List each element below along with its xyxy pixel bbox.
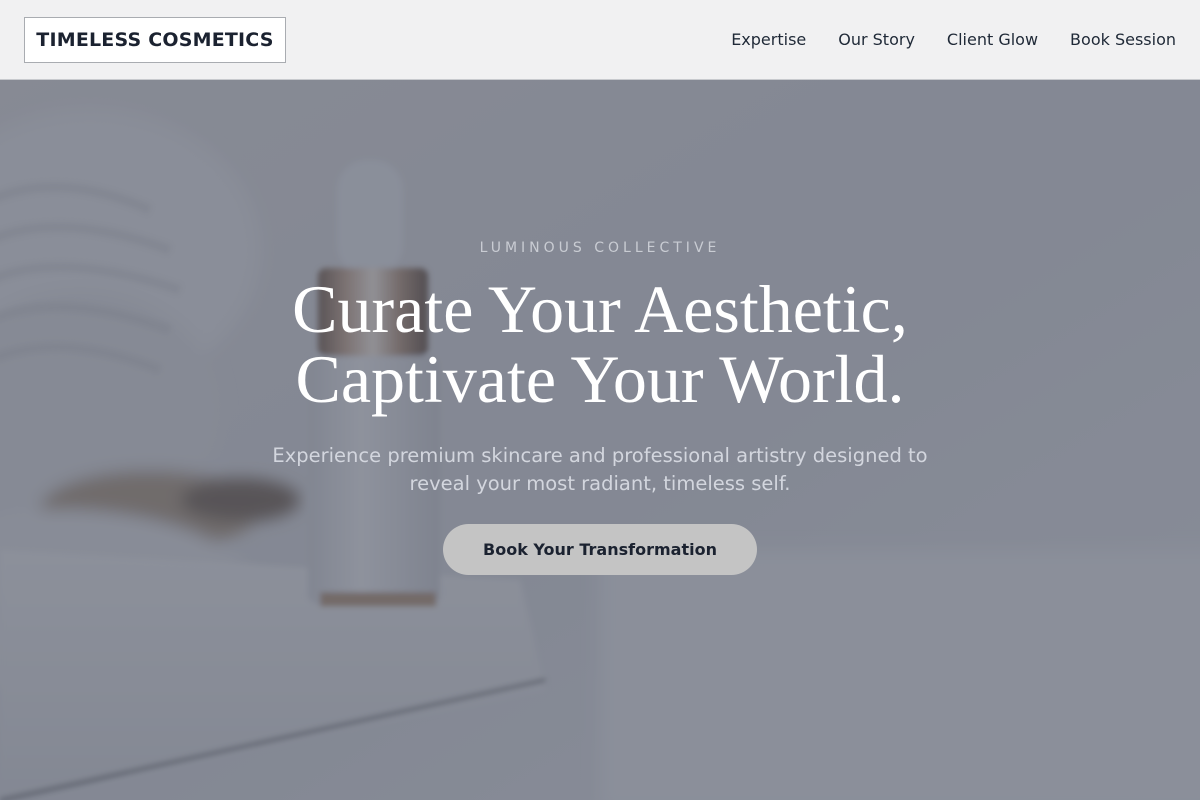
nav-link-client-glow[interactable]: Client Glow — [947, 30, 1038, 49]
site-header: TIMELESS COSMETICS Expertise Our Story C… — [0, 0, 1200, 80]
hero-section: LUMINOUS COLLECTIVE Curate Your Aestheti… — [0, 80, 1200, 800]
main-nav: Expertise Our Story Client Glow Book Ses… — [731, 0, 1176, 80]
hero-headline: Curate Your Aesthetic, Captivate Your Wo… — [0, 274, 1200, 414]
brand-logo[interactable]: TIMELESS COSMETICS — [24, 17, 286, 63]
book-transformation-button[interactable]: Book Your Transformation — [443, 524, 757, 575]
nav-link-our-story[interactable]: Our Story — [838, 30, 915, 49]
hero-eyebrow: LUMINOUS COLLECTIVE — [479, 240, 721, 256]
hero-subheadline: Experience premium skincare and professi… — [272, 444, 928, 495]
hero-headline-line-2: Captivate Your World. — [295, 341, 905, 417]
hero-headline-line-1: Curate Your Aesthetic, — [292, 271, 908, 347]
nav-link-book-session[interactable]: Book Session — [1070, 30, 1176, 49]
hero-overlay — [0, 80, 1200, 800]
nav-link-expertise[interactable]: Expertise — [731, 30, 806, 49]
